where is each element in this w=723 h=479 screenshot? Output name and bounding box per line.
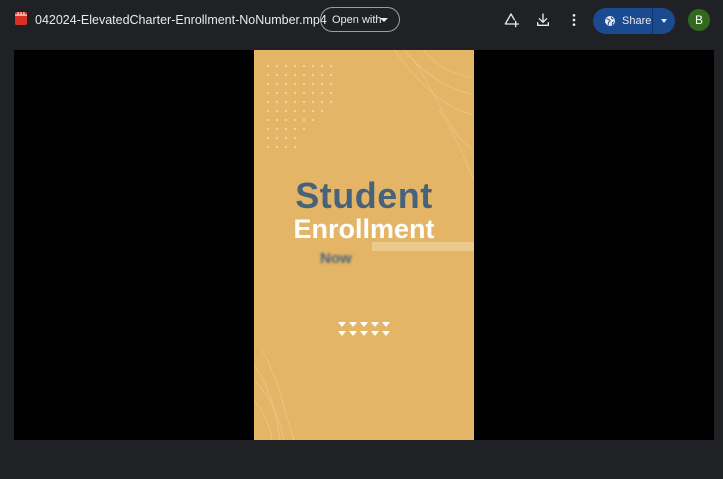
share-button[interactable]: Share [593, 8, 652, 34]
viewer-top-bar: 042024-ElevatedCharter-Enrollment-NoNumb… [0, 0, 723, 40]
share-label: Share [622, 15, 652, 27]
video-file-icon [15, 12, 27, 25]
share-options-button[interactable] [653, 8, 675, 34]
open-with-label: Open with [332, 13, 382, 26]
chevron-down-icon [380, 18, 388, 22]
download-button[interactable] [531, 8, 555, 32]
share-button-group: Share [593, 8, 675, 34]
decorative-dot-grid [266, 64, 333, 149]
video-viewer[interactable]: Student Enrollment Now [14, 50, 714, 440]
open-with-button[interactable]: Open with [320, 7, 400, 32]
file-title: 042024-ElevatedCharter-Enrollment-NoNumb… [35, 13, 327, 27]
down-chevrons-icon [338, 322, 390, 336]
viewer-bottom-area [0, 440, 723, 479]
headline-student: Student [295, 175, 433, 216]
headline-now: Now [320, 250, 352, 267]
account-avatar[interactable]: B [688, 9, 710, 31]
video-frame[interactable]: Student Enrollment Now [254, 50, 474, 440]
caret-down-icon [661, 19, 667, 23]
more-vertical-icon [572, 14, 576, 26]
more-actions-button[interactable] [562, 8, 586, 32]
add-to-drive-icon [504, 13, 519, 28]
headline-enrollment: Enrollment [293, 214, 435, 244]
globe-icon [605, 16, 615, 26]
add-to-drive-button[interactable] [499, 8, 523, 32]
download-icon [537, 13, 549, 26]
